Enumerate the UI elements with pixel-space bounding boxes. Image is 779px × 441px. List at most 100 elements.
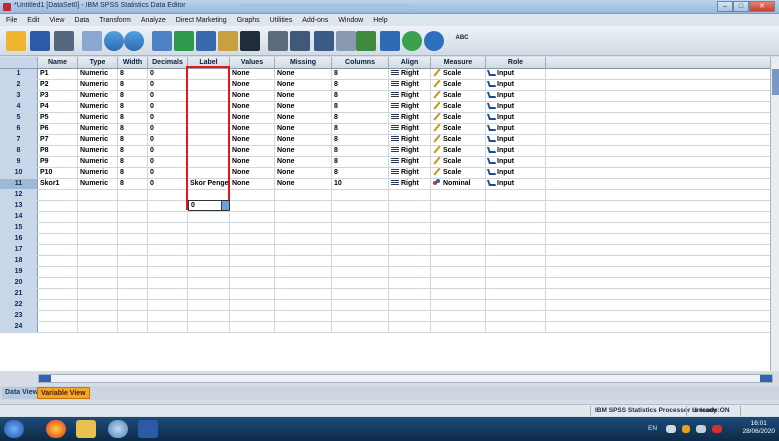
cell-type[interactable]: Numeric — [78, 135, 118, 145]
empty-row[interactable]: 15 — [0, 223, 770, 234]
empty-cell[interactable] — [118, 278, 148, 288]
select-cases-icon[interactable] — [356, 31, 376, 51]
empty-cell[interactable] — [332, 256, 389, 266]
cell-decimals[interactable]: 0 — [148, 157, 188, 167]
empty-cell[interactable] — [148, 300, 188, 310]
empty-cell[interactable] — [78, 278, 118, 288]
empty-row[interactable]: 14 — [0, 212, 770, 223]
empty-cell[interactable] — [332, 300, 389, 310]
empty-cell[interactable] — [431, 289, 486, 299]
empty-cell[interactable] — [486, 234, 546, 244]
cell-type[interactable]: Numeric — [78, 69, 118, 79]
empty-cell[interactable] — [230, 256, 275, 266]
empty-cell[interactable] — [118, 300, 148, 310]
cell-role[interactable]: Input — [486, 146, 546, 156]
empty-cell[interactable] — [230, 311, 275, 321]
col-header-type[interactable]: Type — [78, 57, 118, 68]
menu-add-ons[interactable]: Add-ons — [302, 17, 328, 24]
empty-cell[interactable] — [486, 256, 546, 266]
cell-values[interactable]: None — [230, 124, 275, 134]
variable-row[interactable]: 5 P5 Numeric 8 0 None None 8 Right Scale Input — [0, 113, 770, 124]
empty-cell[interactable] — [389, 212, 431, 222]
empty-cell[interactable] — [389, 267, 431, 277]
empty-cell[interactable] — [486, 190, 546, 200]
cell-values[interactable]: None — [230, 102, 275, 112]
cell-missing[interactable]: None — [275, 91, 332, 101]
row-number[interactable]: 15 — [0, 223, 38, 233]
empty-cell[interactable] — [431, 311, 486, 321]
empty-cell[interactable] — [431, 256, 486, 266]
use-variable-sets-icon[interactable] — [402, 31, 422, 51]
empty-cell[interactable] — [38, 278, 78, 288]
menu-analyze[interactable]: Analyze — [141, 17, 166, 24]
empty-cell[interactable] — [38, 234, 78, 244]
save-icon[interactable] — [30, 31, 50, 51]
empty-cell[interactable] — [332, 267, 389, 277]
col-header-name[interactable]: Name — [38, 57, 78, 68]
variable-row[interactable]: 1 P1 Numeric 8 0 None None 8 Right Scale Input — [0, 69, 770, 80]
empty-cell[interactable] — [275, 245, 332, 255]
cell-width[interactable]: 8 — [118, 91, 148, 101]
menu-transform[interactable]: Transform — [99, 17, 131, 24]
notification-icon[interactable] — [712, 425, 722, 433]
empty-cell[interactable] — [230, 300, 275, 310]
cell-type[interactable]: Numeric — [78, 91, 118, 101]
cell-measure[interactable]: Scale — [431, 80, 486, 90]
empty-cell[interactable] — [38, 201, 78, 211]
empty-cell[interactable] — [78, 267, 118, 277]
cell-role[interactable]: Input — [486, 113, 546, 123]
network-icon[interactable] — [666, 425, 676, 433]
empty-cell[interactable] — [148, 311, 188, 321]
cell-columns[interactable]: 10 — [332, 179, 389, 189]
variable-row[interactable]: 6 P6 Numeric 8 0 None None 8 Right Scale Input — [0, 124, 770, 135]
row-number[interactable]: 3 — [0, 91, 38, 101]
cell-type[interactable]: Numeric — [78, 179, 118, 189]
row-number[interactable]: 9 — [0, 157, 38, 167]
split-file-icon[interactable] — [314, 31, 334, 51]
variable-row[interactable]: 3 P3 Numeric 8 0 None None 8 Right Scale Input — [0, 91, 770, 102]
cell-role[interactable]: Input — [486, 124, 546, 134]
cell-width[interactable]: 8 — [118, 157, 148, 167]
menu-help[interactable]: Help — [373, 17, 387, 24]
empty-cell[interactable] — [38, 245, 78, 255]
cell-missing[interactable]: None — [275, 113, 332, 123]
empty-cell[interactable] — [230, 223, 275, 233]
cell-decimals[interactable]: 0 — [148, 179, 188, 189]
corner-cell[interactable] — [0, 57, 38, 68]
cell-missing[interactable]: None — [275, 135, 332, 145]
empty-cell[interactable] — [78, 190, 118, 200]
find-icon[interactable] — [240, 31, 260, 51]
empty-cell[interactable] — [118, 234, 148, 244]
cell-align[interactable]: Right — [389, 135, 431, 145]
cell-missing[interactable]: None — [275, 102, 332, 112]
empty-cell[interactable] — [118, 223, 148, 233]
spss-task-icon[interactable] — [108, 420, 128, 438]
row-number[interactable]: 20 — [0, 278, 38, 288]
goto-variable-icon[interactable] — [174, 31, 194, 51]
cell-columns[interactable]: 8 — [332, 146, 389, 156]
cell-type[interactable]: Numeric — [78, 113, 118, 123]
scroll-left-arrow-icon[interactable] — [39, 375, 51, 382]
row-number[interactable]: 22 — [0, 300, 38, 310]
empty-cell[interactable] — [188, 322, 230, 332]
cell-columns[interactable]: 8 — [332, 157, 389, 167]
empty-cell[interactable] — [188, 245, 230, 255]
empty-cell[interactable] — [38, 300, 78, 310]
show-all-variables-icon[interactable] — [424, 31, 444, 51]
cell-columns[interactable]: 8 — [332, 168, 389, 178]
empty-cell[interactable] — [275, 223, 332, 233]
empty-cell[interactable] — [486, 201, 546, 211]
empty-cell[interactable] — [486, 267, 546, 277]
spell-check-icon[interactable]: ABC — [452, 31, 472, 51]
empty-cell[interactable] — [332, 234, 389, 244]
menu-data[interactable]: Data — [74, 17, 89, 24]
empty-cell[interactable] — [389, 311, 431, 321]
empty-cell[interactable] — [148, 234, 188, 244]
empty-cell[interactable] — [148, 267, 188, 277]
empty-cell[interactable] — [230, 190, 275, 200]
flag-icon[interactable] — [682, 425, 690, 433]
empty-cell[interactable] — [275, 201, 332, 211]
empty-cell[interactable] — [78, 289, 118, 299]
empty-cell[interactable] — [118, 190, 148, 200]
empty-cell[interactable] — [431, 190, 486, 200]
